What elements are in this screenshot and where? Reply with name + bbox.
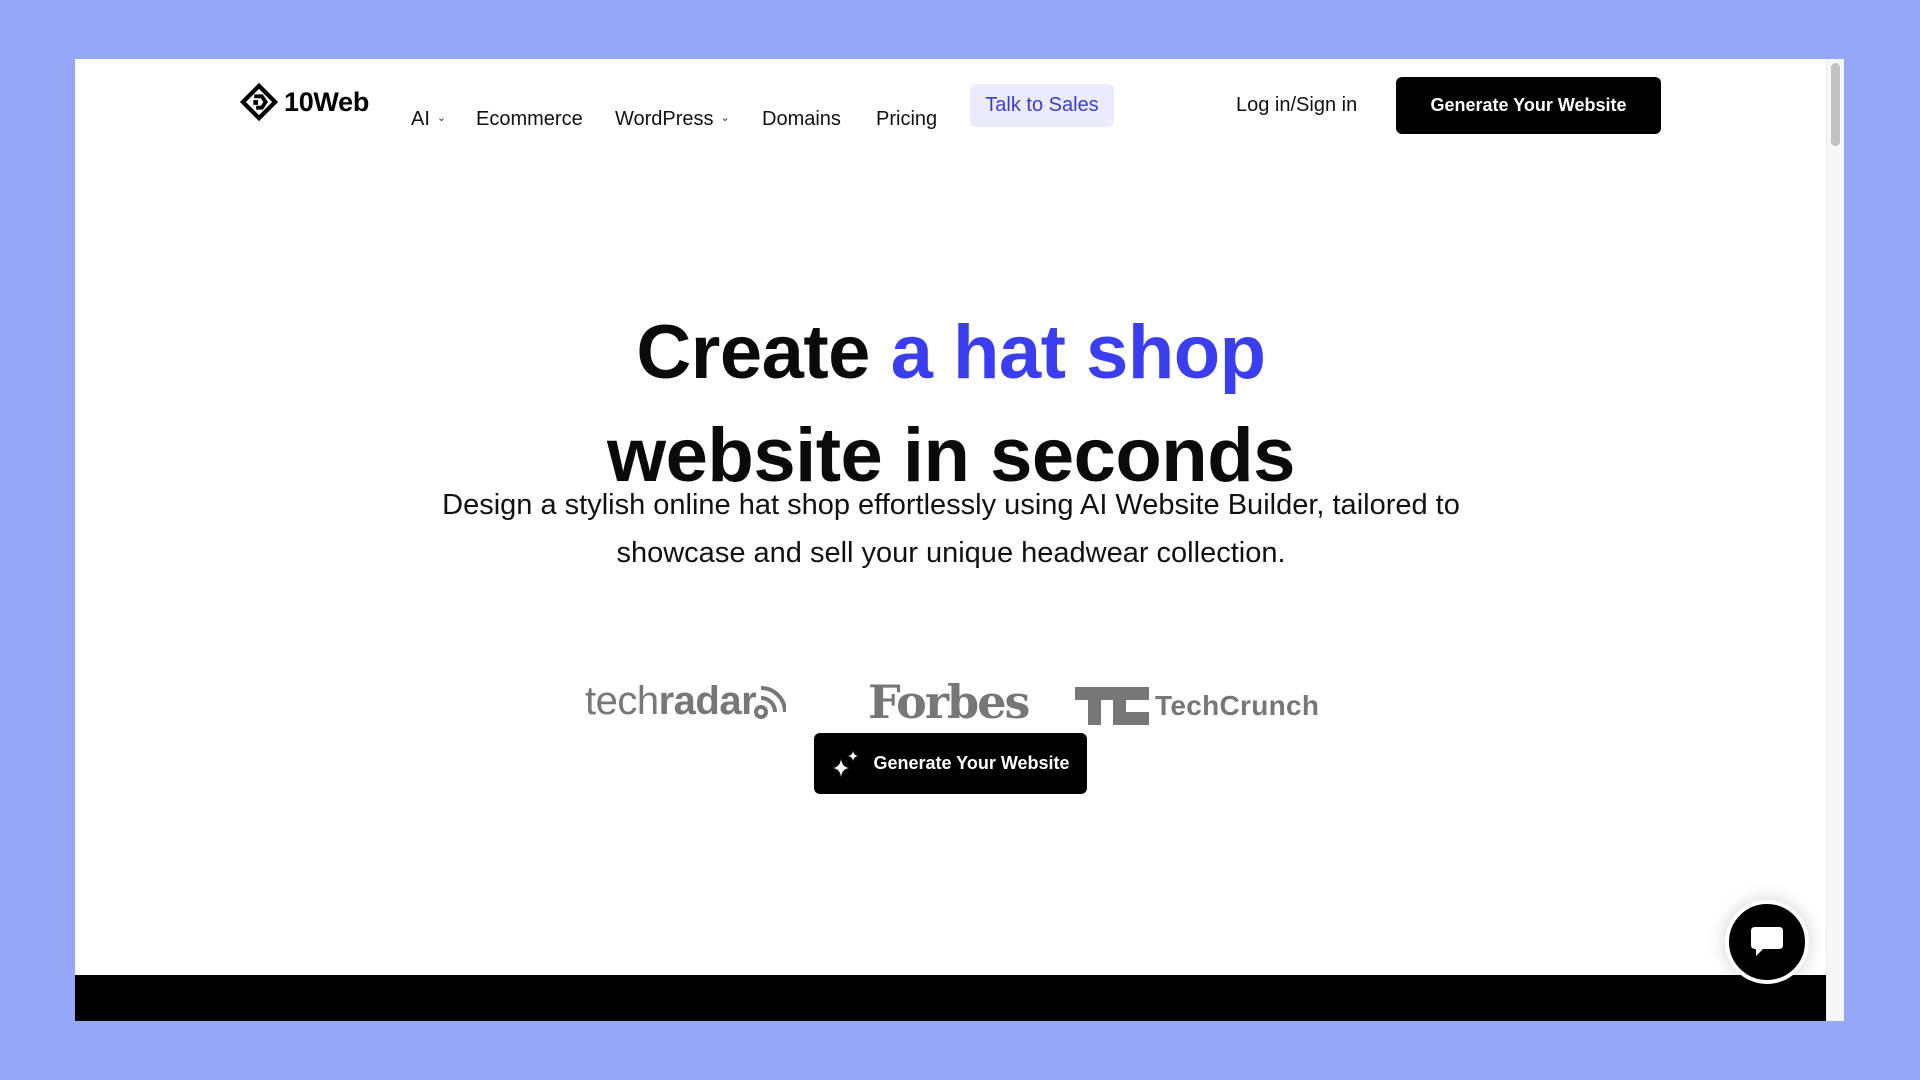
talk-to-sales-button[interactable]: Talk to Sales [970,84,1114,127]
chevron-down-icon: ⌄ [436,112,447,124]
nav-item-label: Ecommerce [476,108,583,130]
forbes-logo: Forbes [868,675,1030,729]
radar-waves-icon [754,685,787,719]
brand-logo[interactable]: 10Web [240,83,369,121]
nav-item-ecommerce[interactable]: Ecommerce [476,107,583,131]
vertical-scrollbar[interactable] [1826,59,1844,1021]
nav-item-domains[interactable]: Domains [762,107,841,131]
hero-title-line1: Create a hat shop [75,302,1827,404]
sparkles-icon [833,750,859,777]
chat-widget-button[interactable] [1725,900,1809,984]
login-link[interactable]: Log in/Sign in [1236,93,1357,117]
techradar-logo: tech radar [585,679,787,724]
header-generate-website-button[interactable]: Generate Your Website [1396,77,1661,134]
nav-item-label: AI [411,108,430,130]
chevron-down-icon: ⌄ [720,112,730,124]
nav-item-label: Domains [762,108,841,130]
techradar-light-text: tech [585,679,659,723]
hero-title-accent: a hat shop [890,310,1267,395]
hero-generate-website-button[interactable]: Generate Your Website [814,733,1087,794]
hero-cta-label: Generate Your Website [873,753,1070,773]
next-section-band [75,975,1827,1021]
press-logos: tech radar Forbes TechCrunch [75,675,1827,739]
chat-bubble-icon [1751,927,1783,956]
nav-item-ai[interactable]: AI ⌄ [411,107,446,131]
techcrunch-tc-icon [1075,687,1149,725]
site-header: 10Web AI ⌄ Ecommerce WordPress ⌄ Domains… [75,59,1827,209]
techradar-bold-text: radar [658,679,757,723]
techcrunch-text: TechCrunch [1155,690,1320,721]
hero-subtitle: Design a stylish online hat shop effortl… [442,489,1460,569]
hero-title-prefix: Create [636,310,891,395]
nav-item-label: WordPress [615,108,714,130]
brand-name: 10Web [284,86,370,117]
nav-item-label: Pricing [876,108,938,130]
browser-viewport: 10Web AI ⌄ Ecommerce WordPress ⌄ Domains… [75,59,1844,1021]
nav-item-wordpress[interactable]: WordPress ⌄ [615,107,730,131]
nav-item-pricing[interactable]: Pricing [876,107,937,131]
techcrunch-logo: TechCrunch [1075,687,1319,725]
scrollbar-thumb[interactable] [1831,63,1840,146]
10web-logo-icon [240,83,278,121]
